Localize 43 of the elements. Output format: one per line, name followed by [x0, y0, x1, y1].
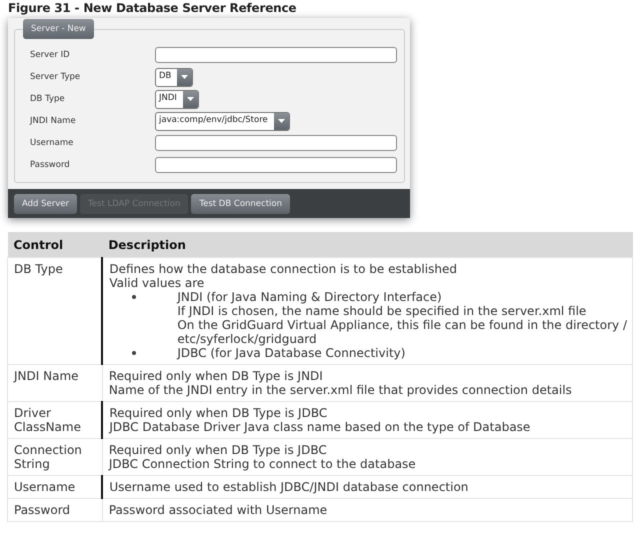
description-text: Required only when DB Type is JDBC: [108, 443, 328, 457]
description-text: Username used to establish JDBC/JNDI database connection: [109, 480, 470, 494]
field-label: DB Type: [29, 94, 66, 104]
description-text: Defines how the database connection is to be established: [109, 262, 458, 276]
table-cell: Driver ClassName: [8, 402, 102, 438]
description-text: On the GridGuard Virtual Appliance, this file can be found in the directory /: [177, 318, 627, 332]
caret-icon: [177, 68, 192, 86]
description-text: Password associated with Username: [108, 503, 328, 517]
dropdown[interactable]: DB: [155, 68, 194, 86]
list-item-text: JDBC (for Java Database Connectivity): [177, 346, 406, 360]
description-text: JDBC Connection String to connect to the database: [108, 457, 417, 471]
input-field[interactable]: [155, 47, 397, 63]
list-item-text: JNDI (for Java Naming & Directory Interface): [177, 290, 443, 304]
table-cell: DB Type: [8, 258, 102, 364]
description-text: Valid values are: [109, 276, 206, 290]
bullet-icon: [132, 351, 136, 355]
action-button[interactable]: Add Server: [14, 194, 78, 214]
caret-icon: [274, 112, 289, 130]
description-text: Name of the JNDI entry in the server.xml file that provides connection details: [108, 383, 573, 397]
description-text: etc/syferlock/gridguard: [177, 332, 318, 346]
table-cell: Connection String: [8, 438, 102, 476]
description-text: JDBC Database Driver Java class name based on the type of Database: [109, 420, 532, 434]
field-label: Server ID: [29, 50, 71, 60]
table-cell: Password: [8, 498, 102, 522]
dropdown[interactable]: java:comp/env/jdbc/Store: [155, 112, 290, 130]
table-cell: Username: [8, 476, 102, 498]
field-label: JNDI Name: [28, 116, 77, 126]
input-field[interactable]: [155, 157, 397, 173]
column-header: Description: [102, 232, 632, 258]
column-header: Control: [8, 232, 102, 258]
bullet-icon: [132, 295, 136, 299]
figure-caption: Figure 31 - New Database Server Reference: [7, 0, 298, 16]
description-text: Required only when DB Type is JDBC: [109, 406, 328, 420]
field-label: Password: [29, 160, 71, 170]
field-label: Server Type: [29, 72, 82, 82]
field-label: Username: [29, 138, 74, 148]
dropdown[interactable]: JNDI: [155, 90, 199, 108]
caret-icon: [182, 90, 198, 108]
description-text: Required only when DB Type is JNDI: [108, 369, 324, 383]
input-field[interactable]: [155, 135, 397, 151]
table-cell: JNDI Name: [8, 364, 102, 402]
description-text: If JNDI is chosen, the name should be specified in the server.xml file: [177, 304, 588, 318]
action-button[interactable]: Test DB Connection: [191, 194, 290, 214]
